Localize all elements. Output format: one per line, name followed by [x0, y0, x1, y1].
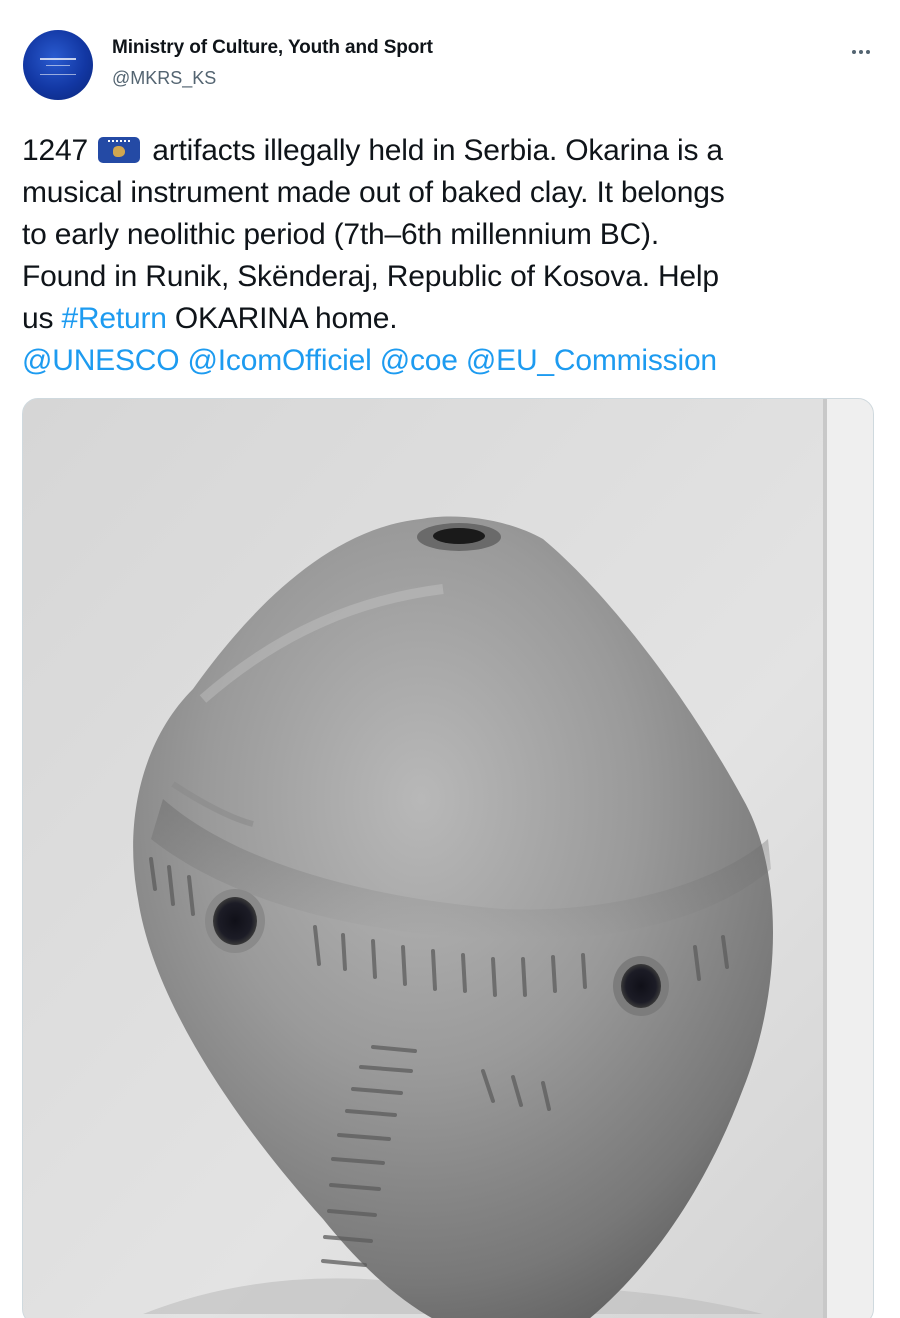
tweet-line-text: us	[22, 302, 54, 335]
tweet-photo[interactable]	[22, 398, 874, 1318]
mention-link-eu-commission[interactable]: @EU_Commission	[466, 344, 717, 377]
author-display-name[interactable]: Ministry of Culture, Youth and Sport	[112, 37, 433, 59]
mention-link-icom[interactable]: @IcomOfficiel	[188, 344, 372, 377]
avatar[interactable]	[23, 30, 93, 100]
ministry-logo-icon	[40, 58, 76, 75]
more-options-icon	[852, 50, 870, 54]
mention-link-coe[interactable]: @coe	[380, 344, 458, 377]
finger-hole-right	[621, 964, 661, 1008]
mention-link-unesco[interactable]: @UNESCO	[22, 344, 180, 377]
tweet-line: musical instrument made out of baked cla…	[22, 176, 725, 209]
tweet-line: Found in Runik, Skënderaj, Republic of K…	[22, 260, 719, 293]
tweet-text: 1247 artifacts illegally held in Serbia.…	[22, 130, 872, 382]
hashtag-link[interactable]: #Return	[61, 302, 167, 335]
mentions-line: @UNESCO @IcomOfficiel @coe @EU_Commissio…	[22, 340, 872, 382]
artifact-count: 1247	[22, 134, 88, 167]
tweet-line: us #Return OKARINA home.	[22, 298, 872, 340]
tweet-line-text: OKARINA home.	[174, 302, 398, 335]
finger-hole-left	[213, 897, 257, 945]
tweet-line-text: artifacts illegally held in Serbia. Okar…	[152, 134, 723, 167]
kosovo-flag-icon	[98, 137, 141, 163]
ocarina-photo	[23, 399, 873, 1318]
more-options-button[interactable]	[843, 40, 879, 64]
tweet-line: to early neolithic period (7th–6th mille…	[22, 218, 659, 251]
author-handle[interactable]: @MKRS_KS	[112, 68, 216, 89]
mouthpiece-hole	[433, 528, 485, 544]
tweet-line: 1247 artifacts illegally held in Serbia.…	[22, 130, 872, 172]
